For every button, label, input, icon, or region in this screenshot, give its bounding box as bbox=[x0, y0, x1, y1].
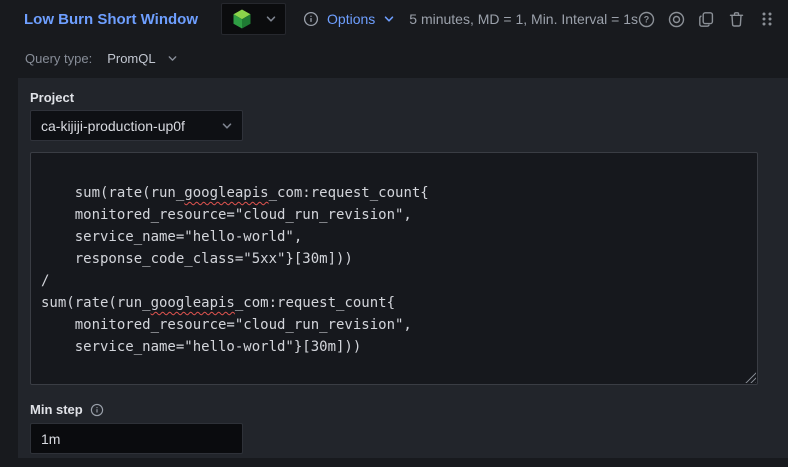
header-actions: ? bbox=[638, 11, 781, 28]
min-step-label: Min step bbox=[30, 402, 83, 417]
help-button[interactable]: ? bbox=[638, 11, 655, 28]
trash-icon bbox=[728, 11, 745, 28]
chevron-down-icon bbox=[383, 13, 395, 25]
disable-query-button[interactable] bbox=[668, 11, 685, 28]
project-select-value: ca-kijiji-production-up0f bbox=[41, 118, 185, 134]
query-title[interactable]: Low Burn Short Window bbox=[24, 11, 198, 28]
info-circle-icon bbox=[303, 11, 319, 27]
options-summary: 5 minutes, MD = 1, Min. Interval = 1s bbox=[409, 11, 638, 27]
options-toggle[interactable]: Options bbox=[303, 11, 395, 27]
query-type-row: Query type: PromQL bbox=[0, 38, 788, 78]
duplicate-query-button[interactable] bbox=[698, 11, 715, 28]
record-circle-icon bbox=[668, 11, 685, 28]
chevron-down-icon bbox=[221, 120, 233, 132]
drag-handle[interactable] bbox=[758, 11, 775, 28]
query-type-label: Query type: bbox=[25, 51, 92, 66]
min-step-field: Min step bbox=[30, 402, 758, 454]
query-editor-header: Low Burn Short Window Options 5 minutes,… bbox=[0, 0, 788, 38]
question-circle-icon: ? bbox=[638, 11, 655, 28]
grip-dots-icon bbox=[760, 11, 774, 27]
copy-icon bbox=[698, 11, 715, 28]
info-circle-icon[interactable] bbox=[90, 403, 104, 417]
query-type-select[interactable]: PromQL bbox=[107, 51, 177, 66]
query-editor-card: Project ca-kijiji-production-up0f sum(ra… bbox=[18, 78, 788, 458]
query-type-value: PromQL bbox=[107, 51, 155, 66]
misspelled-word: googleapis bbox=[184, 185, 268, 201]
promql-query-editor[interactable]: sum(rate(run_googleapis_com:request_coun… bbox=[30, 152, 758, 385]
green-cube-datasource-icon bbox=[230, 7, 254, 31]
project-select[interactable]: ca-kijiji-production-up0f bbox=[30, 110, 243, 141]
query-code-text: sum(rate(run_googleapis_com:request_coun… bbox=[41, 185, 429, 355]
datasource-picker[interactable] bbox=[221, 3, 286, 35]
options-label: Options bbox=[327, 11, 375, 27]
misspelled-word: googleapis bbox=[151, 295, 235, 311]
svg-text:?: ? bbox=[644, 14, 650, 24]
resize-handle[interactable] bbox=[743, 370, 756, 383]
min-step-label-row: Min step bbox=[30, 402, 758, 417]
delete-query-button[interactable] bbox=[728, 11, 745, 28]
chevron-down-icon bbox=[265, 13, 277, 25]
chevron-down-icon bbox=[167, 53, 178, 64]
project-label: Project bbox=[30, 90, 758, 105]
min-step-input[interactable] bbox=[30, 423, 243, 454]
